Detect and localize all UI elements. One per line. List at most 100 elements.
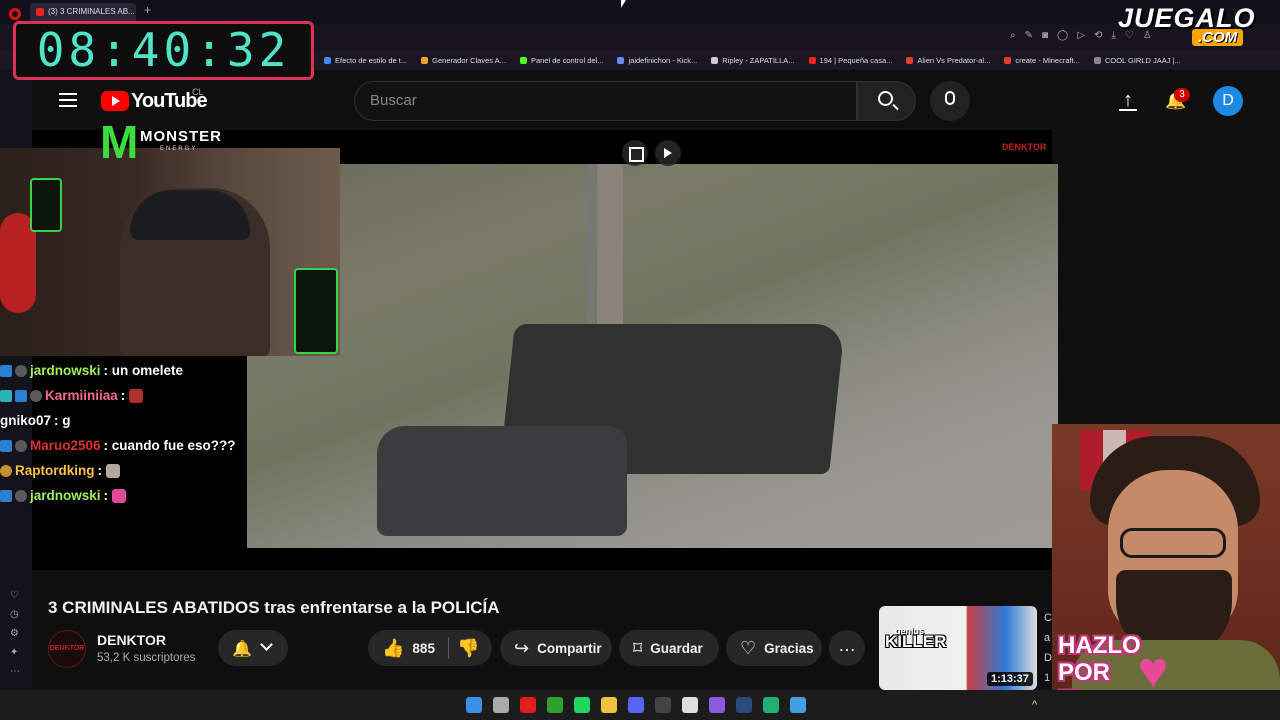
chat-text: : bbox=[97, 463, 103, 478]
chat-badge-icon bbox=[15, 364, 27, 377]
recommended-text-line: a bbox=[1044, 632, 1051, 644]
channel-avatar[interactable]: DENKTOR bbox=[48, 630, 86, 668]
bookmark-label: Generador Claves A... bbox=[432, 55, 506, 65]
vtuber-app-icon[interactable] bbox=[709, 697, 725, 713]
share-label: Compartir bbox=[537, 640, 602, 656]
subscriber-count: 53,2 K suscriptores bbox=[97, 652, 196, 664]
opera-sidebar-icons: ♡ ◷ ⚙ ✦ ⋯ bbox=[10, 590, 20, 677]
chat-message: jardnowski: bbox=[0, 483, 247, 508]
like-count[interactable]: 885 bbox=[412, 641, 435, 656]
monster-title: MONSTER bbox=[140, 128, 222, 145]
bookmark-favicon-icon bbox=[711, 56, 719, 64]
bookmark-label: Efecto de estilo de t... bbox=[335, 55, 408, 65]
thanks-button[interactable]: ♡ Gracias bbox=[726, 630, 822, 666]
chat-text: : g bbox=[54, 413, 71, 428]
shield-icon[interactable]: ◯ bbox=[1057, 30, 1068, 41]
more-icon[interactable]: ⋯ bbox=[10, 666, 20, 677]
bookmark-item[interactable]: Alien Vs Predator-al... bbox=[906, 56, 990, 65]
search-input[interactable]: Buscar bbox=[354, 81, 857, 121]
opera-menu-icon[interactable] bbox=[9, 8, 21, 20]
opera-icon[interactable] bbox=[520, 697, 536, 713]
app-green-icon[interactable] bbox=[763, 697, 779, 713]
chat-emote-icon bbox=[112, 488, 127, 503]
browser-icon[interactable] bbox=[790, 697, 806, 713]
bookmark-favicon-icon bbox=[906, 56, 914, 64]
obs-icon[interactable] bbox=[655, 697, 671, 713]
bookmarks-bar: Efecto de estilo de t... Generador Claves… bbox=[320, 50, 1280, 70]
new-tab-button[interactable]: + bbox=[144, 4, 156, 16]
spotify-icon[interactable] bbox=[574, 697, 590, 713]
upload-icon[interactable]: ↑ bbox=[1119, 90, 1137, 111]
share-button[interactable]: ↪ Compartir bbox=[500, 630, 612, 666]
chat-message: gniko07: g bbox=[0, 408, 247, 433]
energy-can-icon bbox=[294, 268, 338, 354]
bookmark-item[interactable]: create - Minecraft... bbox=[1004, 56, 1080, 65]
miniplayer-button[interactable] bbox=[622, 140, 648, 166]
chat-badge-icon bbox=[0, 464, 12, 477]
chat-username: gniko07 bbox=[0, 413, 52, 428]
search-icon bbox=[878, 91, 893, 106]
youtube-logo-icon[interactable] bbox=[101, 91, 129, 111]
heart-icon[interactable]: ♡ bbox=[10, 590, 20, 601]
camera-icon[interactable]: ◙ bbox=[1042, 30, 1048, 41]
streamer-cap bbox=[130, 190, 250, 240]
bookmark-item[interactable]: 194 | Pequeña casa... bbox=[808, 55, 893, 65]
avatar-glasses bbox=[1120, 528, 1226, 558]
stream-clock: 08:40:32 bbox=[13, 21, 314, 80]
bookmark-item[interactable]: jaidefinichon - Kick... bbox=[617, 56, 697, 65]
tray-chevron-icon[interactable]: ^ bbox=[1032, 699, 1037, 711]
thanks-label: Gracias bbox=[764, 640, 814, 656]
chat-message: Maruo2506: cuando fue eso??? bbox=[0, 433, 247, 458]
recommended-text-line: C bbox=[1044, 612, 1052, 624]
chat-message: Karmiiniiaa: bbox=[0, 383, 247, 408]
chat-badge-icon bbox=[0, 389, 12, 402]
play-icon[interactable]: ▷ bbox=[1077, 30, 1085, 41]
bookmark-favicon-icon bbox=[808, 56, 816, 64]
more-actions-button[interactable]: … bbox=[829, 630, 865, 666]
like-dislike-group: 👍 885 👎 bbox=[368, 630, 492, 666]
bookmark-label: create - Minecraft... bbox=[1015, 55, 1080, 65]
history-icon[interactable]: ⟲ bbox=[1094, 30, 1102, 41]
bulb-icon[interactable]: ✦ bbox=[10, 647, 20, 658]
bookmark-favicon-icon bbox=[324, 56, 331, 64]
juegalo-brand-logo: JUEGALO .COM bbox=[1112, 3, 1280, 49]
bookmark-label: jaidefinichon - Kick... bbox=[628, 55, 698, 65]
recommended-text-line: D bbox=[1044, 652, 1052, 664]
chat-emote-icon bbox=[106, 463, 120, 478]
chat-badge-icon bbox=[30, 389, 42, 402]
account-avatar[interactable]: D bbox=[1213, 86, 1243, 116]
chatgpt-icon[interactable] bbox=[682, 697, 698, 713]
subscription-bell-button[interactable] bbox=[218, 630, 288, 666]
bell-icon: 🔔 bbox=[232, 641, 252, 658]
discord-icon[interactable] bbox=[628, 697, 644, 713]
bookmark-favicon-icon bbox=[519, 56, 527, 64]
edit-icon[interactable]: ✎ bbox=[1025, 30, 1033, 41]
browser-tab-active[interactable]: (3) 3 CRIMINALES AB... bbox=[30, 3, 136, 22]
bookmark-item[interactable]: Efecto de estilo de t... bbox=[324, 56, 407, 65]
save-label: Guardar bbox=[650, 640, 703, 656]
thumbs-up-icon[interactable]: 👍 bbox=[382, 638, 404, 659]
bookmark-item[interactable]: Generador Claves A... bbox=[421, 56, 506, 65]
bookmark-label: 194 | Pequeña casa... bbox=[819, 55, 893, 65]
settings-icon[interactable]: ⚙ bbox=[10, 628, 20, 639]
xbox-icon[interactable] bbox=[547, 697, 563, 713]
save-button[interactable]: ⌑ Guardar bbox=[619, 630, 719, 666]
bookmark-item[interactable]: COOL GIRLD JAAJ |... bbox=[1093, 56, 1181, 65]
zoom-icon[interactable]: ⌕ bbox=[1010, 30, 1016, 41]
bookmark-item[interactable]: Ripley - ZAPATILLA... bbox=[711, 55, 795, 65]
windows-start-icon[interactable] bbox=[466, 697, 482, 713]
thumbs-down-icon[interactable]: 👎 bbox=[457, 638, 479, 659]
hamburger-menu-icon[interactable] bbox=[59, 93, 77, 107]
clock-icon[interactable]: ◷ bbox=[10, 609, 20, 620]
channel-name[interactable]: DENKTOR bbox=[97, 632, 166, 648]
recommended-video-text[interactable]: CaD 1 bbox=[1044, 608, 1052, 688]
bookmark-item[interactable]: Panel de control del... bbox=[519, 56, 603, 65]
steam-icon[interactable] bbox=[736, 697, 752, 713]
bookmark-label: Ripley - ZAPATILLA... bbox=[722, 55, 795, 65]
folder-icon[interactable] bbox=[601, 697, 617, 713]
next-video-button[interactable] bbox=[655, 140, 681, 166]
file-icon[interactable] bbox=[493, 697, 509, 713]
chat-username: Raptordking bbox=[15, 463, 95, 478]
chat-text: : un omelete bbox=[103, 363, 184, 378]
video-frame[interactable] bbox=[247, 164, 1058, 548]
